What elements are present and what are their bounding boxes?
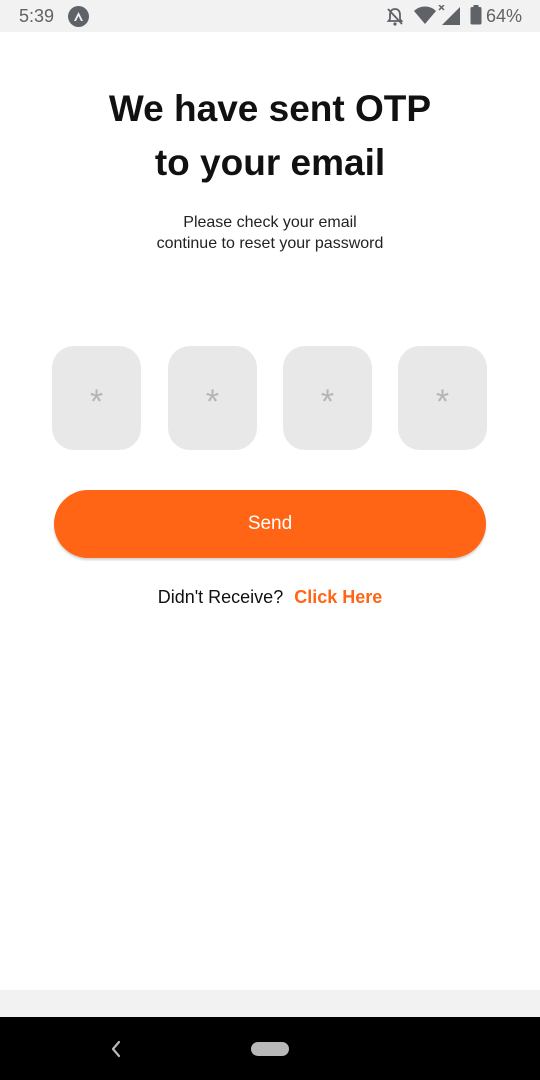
subtitle-line-2: continue to reset your password [156, 235, 384, 252]
battery-icon [470, 5, 482, 25]
back-icon[interactable] [106, 1037, 126, 1061]
home-pill-icon[interactable] [251, 1042, 289, 1056]
battery-percentage: 64% [486, 6, 523, 26]
subtitle-line-1: Please check your email [183, 214, 357, 231]
otp-digit-3[interactable]: * [283, 346, 372, 450]
send-button[interactable]: Send [54, 490, 486, 558]
navigation-bar [0, 1017, 540, 1080]
otp-digit-2[interactable]: * [168, 346, 257, 450]
status-time: 5:39 [19, 6, 55, 26]
resend-prompt: Didn't Receive? [157, 587, 284, 607]
otp-screen: 5:39 64% We have sent OTP to your email [0, 0, 540, 1080]
page-title: We have sent OTP to your email [0, 82, 540, 190]
app-notification-icon [68, 6, 89, 27]
otp-digit-4[interactable]: * [398, 346, 487, 450]
status-bar: 5:39 64% [0, 0, 540, 32]
subtitle: Please check your email continue to rese… [0, 212, 540, 254]
bottom-strip [0, 990, 540, 1017]
do-not-disturb-icon [386, 8, 404, 26]
otp-digit-1[interactable]: * [52, 346, 141, 450]
resend-link[interactable]: Click Here [294, 587, 382, 607]
otp-input-group: * * * * [52, 346, 488, 450]
resend-row: Didn't Receive? Click Here [0, 587, 540, 608]
title-line-1: We have sent OTP [108, 88, 432, 129]
title-line-2: to your email [154, 142, 386, 183]
signal-icon [438, 5, 460, 25]
wifi-icon [414, 6, 436, 24]
